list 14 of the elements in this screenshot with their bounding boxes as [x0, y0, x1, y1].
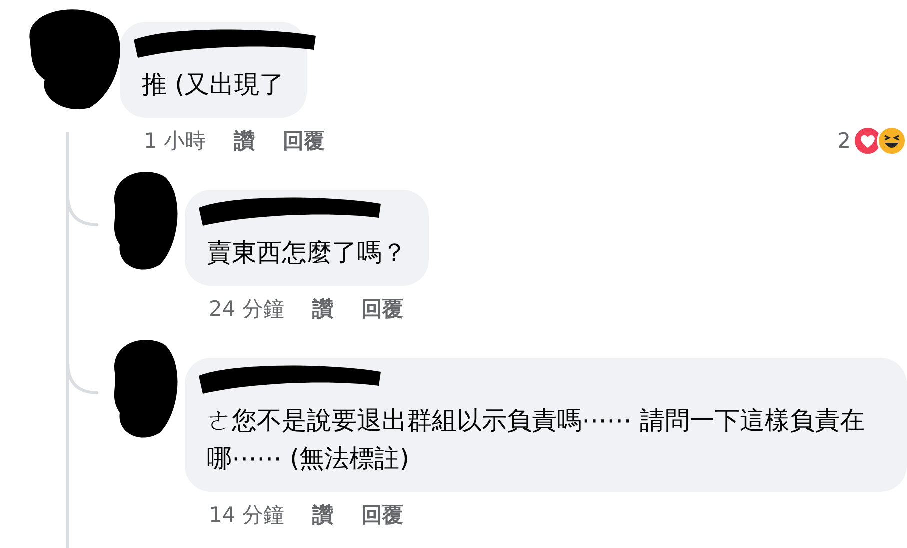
reply-link[interactable]: 回覆	[283, 127, 326, 155]
comment-time: 14 分鐘	[209, 502, 284, 529]
comment-text: 推 (又出現了	[142, 69, 285, 101]
comment-time: 24 分鐘	[209, 296, 284, 323]
like-link[interactable]: 讚	[312, 295, 334, 323]
reply-link[interactable]: 回覆	[361, 501, 404, 529]
comment-time: 1 小時	[144, 128, 206, 155]
reaction-count: 2	[838, 129, 851, 153]
like-link[interactable]: 讚	[234, 127, 256, 155]
like-link[interactable]: 讚	[312, 501, 334, 529]
laughing-face-icon	[877, 126, 907, 156]
reply-link[interactable]: 回覆	[361, 295, 404, 323]
comment-text: 賣東西怎麼了嗎？	[207, 237, 407, 269]
comment-text: ㄜ您不是說要退出群組以示負責嗎⋯⋯ 請問一下這樣負責在哪⋯⋯ (無法標註)	[207, 405, 866, 475]
